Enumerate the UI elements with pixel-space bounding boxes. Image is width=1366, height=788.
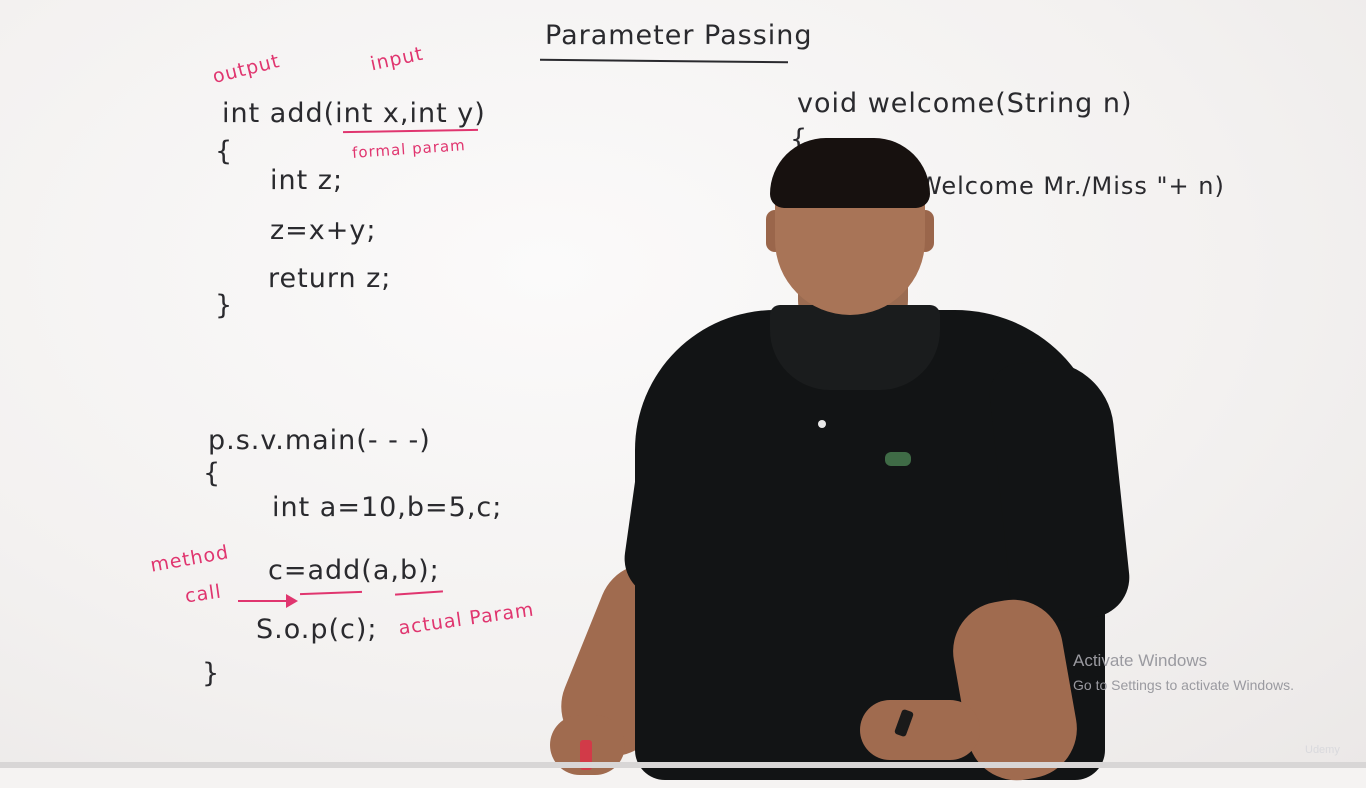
add-open-brace: { [215,136,234,167]
main-open-brace: { [203,458,222,489]
udemy-logo: Udemy [1305,744,1340,756]
main-line-3: S.o.p(c); [256,614,378,645]
main-line-1: int a=10,b=5,c; [272,492,503,523]
call-arrow-head [286,594,298,608]
hair [770,138,930,208]
board-bottom-edge [0,762,1366,768]
activate-windows-title: Activate Windows [1073,651,1208,670]
main-signature: p.s.v.main(- - -) [208,425,431,456]
add-line-2: z=x+y; [270,215,377,246]
shirt-button [818,420,826,428]
welcome-signature: void welcome(String n) [797,88,1133,119]
activate-windows-subtitle: Go to Settings to activate Windows. [1073,677,1294,693]
main-close-brace: } [202,658,221,689]
crocodile-logo-icon [885,452,911,466]
right-sleeve [986,354,1134,626]
main-line-2: c=add(a,b); [268,555,440,586]
board-title: Parameter Passing [545,20,813,51]
add-line-3: return z; [268,263,392,294]
right-hand [860,700,980,760]
add-close-brace: } [215,290,234,321]
instructor [530,130,1150,788]
shirt-collar [770,305,940,390]
call-arrow-line [238,600,290,602]
add-signature: int add(int x,int y) [222,98,486,129]
add-line-1: int z; [270,165,344,196]
